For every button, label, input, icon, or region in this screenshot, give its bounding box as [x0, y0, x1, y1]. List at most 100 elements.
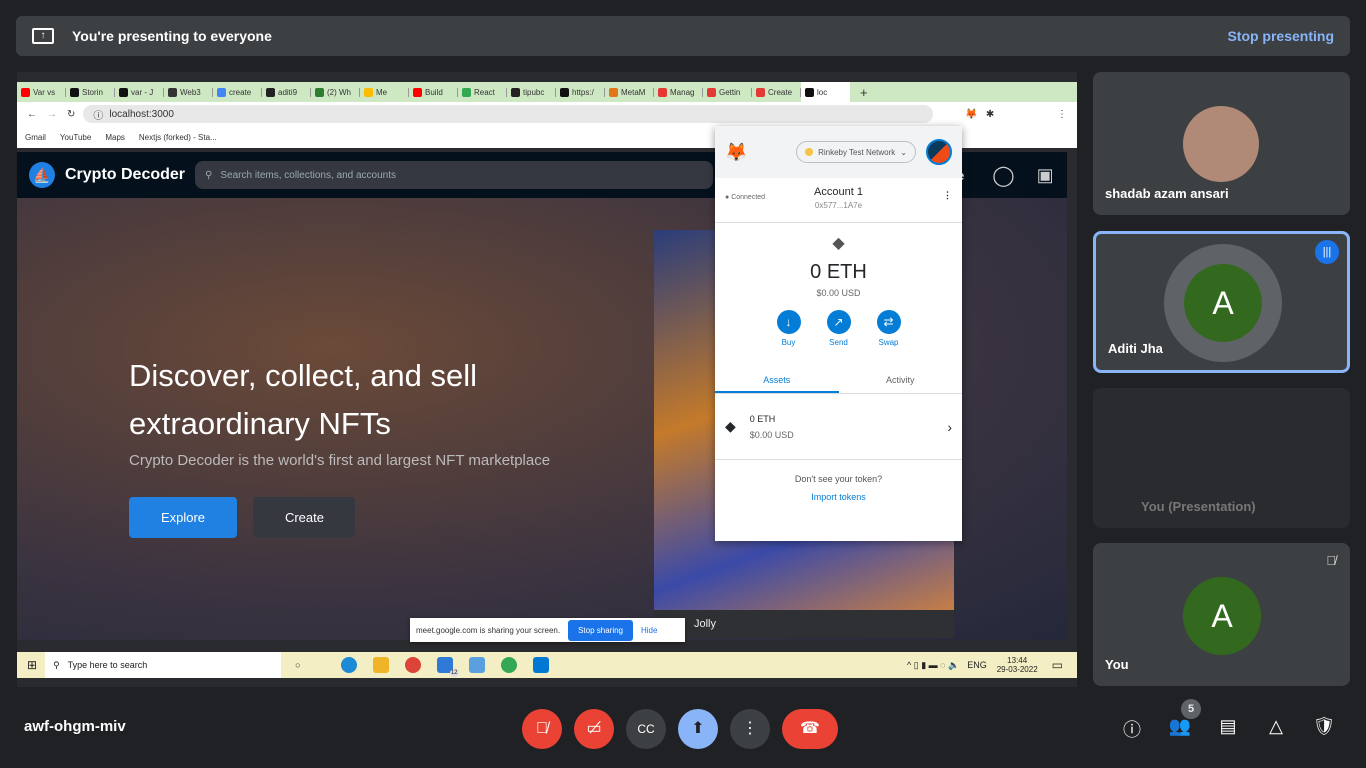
tab-activity[interactable]: Activity: [839, 369, 963, 393]
swap-button[interactable]: ⇄ Swap: [876, 310, 901, 347]
system-tray-icons[interactable]: ^ ▯ ▮ ▬ ◌ 🔈: [907, 660, 959, 671]
browser-tab[interactable]: Var vs: [17, 87, 66, 97]
explore-button[interactable]: Explore: [129, 497, 237, 538]
search-icon: ⚲: [205, 169, 213, 181]
connected-status[interactable]: ● Connected: [725, 194, 765, 201]
participant-tile-you[interactable]: A 🎙̸ You: [1093, 543, 1350, 686]
language-indicator[interactable]: ENG: [967, 660, 987, 670]
edge-icon[interactable]: [340, 657, 357, 673]
host-controls-icon[interactable]: 🛡: [1312, 716, 1336, 740]
participant-tile-presentation[interactable]: You (Presentation): [1093, 388, 1350, 528]
captions-button[interactable]: CC: [626, 709, 666, 749]
cortana-icon[interactable]: ○: [295, 660, 300, 670]
browser-tab[interactable]: Web3: [164, 87, 213, 97]
site-search-input[interactable]: ⚲ Search items, collections, and accounts: [195, 161, 714, 189]
screen-share-view: Var vs Storin var - J Web3 create aditi9 (2) W…: [17, 72, 1077, 687]
url-text: localhost:3000: [109, 108, 174, 120]
account-avatar[interactable]: [926, 139, 952, 165]
avatar: A: [1183, 577, 1261, 655]
browser-tab[interactable]: Create: [752, 87, 801, 97]
favicon-icon: [266, 87, 275, 97]
mail-icon[interactable]: 12: [436, 657, 459, 677]
browser-tab[interactable]: create: [213, 87, 262, 97]
browser-tab[interactable]: aditi9: [262, 87, 311, 97]
buy-button[interactable]: ↓ Buy: [776, 310, 801, 347]
vscode-icon[interactable]: [532, 657, 549, 673]
meeting-info-icon[interactable]: ⓘ: [1120, 716, 1144, 740]
asset-row[interactable]: ◆ 0 ETH $0.00 USD ›: [715, 394, 962, 460]
activities-icon[interactable]: △: [1264, 716, 1288, 740]
browser-tab[interactable]: React: [458, 87, 507, 97]
meeting-code: awf-ohgm-miv: [24, 718, 126, 735]
browser-tab[interactable]: Gettin: [703, 87, 752, 97]
people-icon[interactable]: 👥: [1168, 716, 1192, 740]
browser-tab[interactable]: tipubc: [507, 87, 556, 97]
remote-desktop-icon[interactable]: [468, 657, 485, 673]
favicon-icon: [805, 87, 814, 97]
bookmark-gmail[interactable]: Gmail: [25, 133, 46, 142]
browser-tab[interactable]: var - J: [115, 87, 164, 97]
avatar: A: [1184, 264, 1262, 342]
browser-tab[interactable]: loc: [801, 82, 850, 102]
bookmark-youtube[interactable]: YouTube: [60, 133, 91, 142]
sharing-text: meet.google.com is sharing your screen.: [416, 625, 561, 635]
reload-icon[interactable]: ↻: [67, 109, 75, 120]
create-button[interactable]: Create: [253, 497, 356, 538]
network-selector[interactable]: Rinkeby Test Network ⌄: [796, 141, 916, 163]
account-address[interactable]: 0x577...1A7e: [715, 201, 962, 210]
import-tokens-link[interactable]: Import tokens: [715, 492, 962, 502]
no-token-text: Don't see your token?: [794, 474, 883, 484]
metamask-extension-icon[interactable]: 🦊: [965, 109, 977, 120]
menu-icon[interactable]: ⋮: [1057, 109, 1067, 120]
url-field[interactable]: ⓘ localhost:3000: [83, 105, 934, 123]
new-tab-button[interactable]: +: [860, 85, 868, 100]
participant-tile-aditi[interactable]: A ||| Aditi Jha: [1093, 231, 1350, 373]
bookmark-maps[interactable]: Maps: [105, 133, 125, 142]
browser-tab[interactable]: https:/: [556, 87, 605, 97]
end-call-button[interactable]: ☎: [782, 709, 838, 749]
asset-usd: $0.00 USD: [749, 429, 794, 440]
browser-tab[interactable]: MetaM: [605, 87, 654, 97]
browser-tab[interactable]: (2) Wh: [311, 87, 360, 97]
mic-toggle-button[interactable]: 🎙̸: [522, 709, 562, 749]
browser-tab[interactable]: Storin: [66, 87, 115, 97]
send-button[interactable]: ↗ Send: [826, 310, 851, 347]
camera-toggle-button[interactable]: ▭̸: [574, 709, 614, 749]
wallet-icon[interactable]: ▣: [1037, 165, 1054, 186]
back-icon[interactable]: ←: [27, 109, 37, 120]
participant-count-badge: 5: [1181, 699, 1201, 719]
participant-name: You: [1105, 657, 1129, 672]
browser-tab[interactable]: Me: [360, 87, 409, 97]
account-icon[interactable]: ◯: [992, 163, 1014, 188]
present-screen-icon: ↑: [32, 28, 54, 44]
windows-taskbar: ⊞ ⚲ Type here to search ○ 12 ^ ▯ ▮ ▬ ◌ 🔈 …: [17, 652, 1077, 678]
account-options-icon[interactable]: ⋮: [943, 190, 952, 201]
present-button[interactable]: ⬆: [678, 709, 718, 749]
stop-sharing-button[interactable]: Stop sharing: [568, 619, 633, 641]
chat-icon[interactable]: ▤: [1216, 716, 1240, 740]
stop-presenting-button[interactable]: Stop presenting: [1227, 28, 1334, 44]
clock[interactable]: 13:44 29-03-2022: [997, 656, 1038, 674]
site-brand[interactable]: Crypto Decoder: [65, 166, 185, 184]
taskbar-search[interactable]: ⚲ Type here to search: [45, 652, 282, 678]
participant-tile-shadab[interactable]: shadab azam ansari: [1093, 72, 1350, 215]
browser-tab[interactable]: Build: [409, 87, 458, 97]
download-icon: ↓: [776, 310, 801, 334]
hide-button[interactable]: Hide: [641, 626, 657, 635]
favicon-icon: [315, 87, 324, 97]
chrome-icon[interactable]: [404, 657, 421, 673]
bookmark-nextjs[interactable]: Nextjs (forked) - Sta...: [139, 133, 217, 142]
forward-icon[interactable]: →: [47, 109, 57, 120]
tab-assets[interactable]: Assets: [715, 369, 839, 393]
more-options-button[interactable]: ⋮: [730, 709, 770, 749]
favicon-icon: [658, 87, 667, 97]
favicon-icon: [756, 87, 765, 97]
notification-icon[interactable]: ▭: [1052, 658, 1063, 672]
chrome-profile-icon[interactable]: [500, 657, 517, 673]
metamask-popup: 🦊 Rinkeby Test Network ⌄ ● Connected Acco…: [715, 126, 962, 541]
file-explorer-icon[interactable]: [372, 657, 389, 673]
extensions-icon[interactable]: ✱: [986, 109, 994, 120]
favicon-icon: [119, 87, 128, 97]
browser-tab[interactable]: Manag: [654, 87, 703, 97]
windows-start-icon[interactable]: ⊞: [27, 658, 37, 672]
